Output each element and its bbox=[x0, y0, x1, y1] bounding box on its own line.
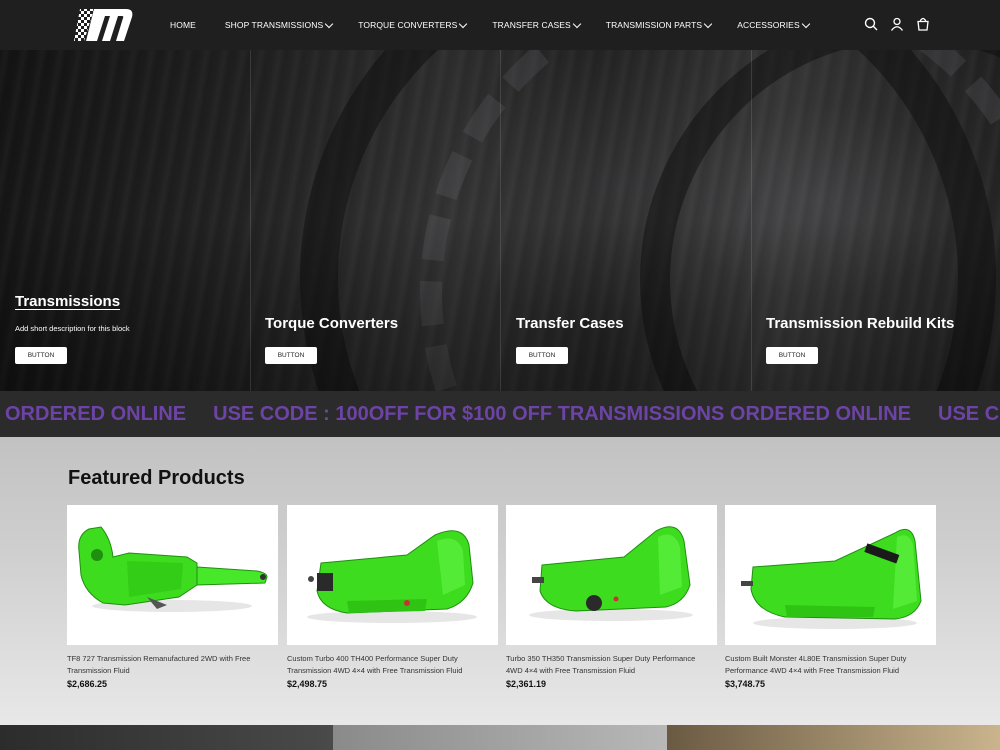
chevron-down-icon bbox=[459, 19, 468, 28]
nav-transmission-parts[interactable]: TRANSMISSION PARTS bbox=[605, 19, 713, 30]
nav-home-label: HOME bbox=[170, 20, 196, 30]
hero-block-button[interactable]: BUTTON bbox=[766, 347, 818, 364]
product-card[interactable]: Turbo 350 TH350 Transmission Super Duty … bbox=[506, 505, 717, 689]
nav-transmission-parts-label: TRANSMISSION PARTS bbox=[605, 20, 703, 30]
chevron-down-icon bbox=[572, 19, 582, 28]
hero-block-title[interactable]: Transfer Cases bbox=[516, 315, 624, 332]
main-nav: HOME SHOP TRANSMISSIONS TORQUE CONVERTER… bbox=[170, 0, 810, 50]
account-icon[interactable] bbox=[890, 17, 904, 31]
nav-shop-transmissions[interactable]: SHOP TRANSMISSIONS bbox=[224, 19, 334, 30]
preview-image bbox=[333, 725, 667, 750]
preview-image bbox=[0, 725, 333, 750]
nav-accessories[interactable]: ACCESSORIES bbox=[737, 19, 810, 30]
nav-transfer-cases-label: TRANSFER CASES bbox=[492, 20, 571, 30]
hero-block-torque-converters[interactable]: Torque Converters BUTTON bbox=[250, 50, 500, 391]
product-image[interactable] bbox=[67, 505, 278, 645]
product-title[interactable]: TF8 727 Transmission Remanufactured 2WD … bbox=[67, 653, 278, 677]
nav-transfer-cases[interactable]: TRANSFER CASES bbox=[492, 19, 582, 30]
promo-marquee-track: ORDERED ONLINE USE CODE : 100OFF FOR $100… bbox=[5, 391, 1000, 437]
hero-block-title[interactable]: Transmissions bbox=[15, 293, 120, 310]
hero-block-transmissions[interactable]: Transmissions Add short description for … bbox=[0, 50, 250, 391]
preview-image bbox=[667, 725, 1000, 750]
product-price: $3,748.75 bbox=[725, 679, 766, 689]
product-price: $2,686.25 bbox=[67, 679, 108, 689]
product-title[interactable]: Turbo 350 TH350 Transmission Super Duty … bbox=[506, 653, 717, 677]
product-card[interactable]: Custom Turbo 400 TH400 Performance Super… bbox=[287, 505, 498, 689]
header-icons bbox=[864, 17, 930, 31]
hero-block-title[interactable]: Transmission Rebuild Kits bbox=[766, 315, 954, 332]
hero-block-rebuild-kits[interactable]: Transmission Rebuild Kits BUTTON bbox=[751, 50, 1000, 391]
promo-marquee: ORDERED ONLINE USE CODE : 100OFF FOR $100… bbox=[0, 391, 1000, 437]
promo-text: USE CODE : 100OFF FOR $100 OFF TRANSMISS… bbox=[213, 403, 912, 425]
hero-block-button[interactable]: BUTTON bbox=[516, 347, 568, 364]
product-title[interactable]: Custom Turbo 400 TH400 Performance Super… bbox=[287, 653, 498, 677]
nav-torque-converters[interactable]: TORQUE CONVERTERS bbox=[358, 19, 468, 30]
next-section-preview bbox=[0, 725, 1000, 750]
promo-text: USE CODE bbox=[938, 403, 1000, 425]
product-card[interactable]: Custom Built Monster 4L80E Transmission … bbox=[725, 505, 936, 689]
logo[interactable] bbox=[72, 5, 134, 45]
nav-accessories-label: ACCESSORIES bbox=[737, 20, 800, 30]
promo-text: ORDERED ONLINE bbox=[5, 403, 187, 425]
hero-block-description: Add short description for this block bbox=[15, 324, 130, 333]
product-image[interactable] bbox=[725, 505, 936, 645]
product-image[interactable] bbox=[287, 505, 498, 645]
product-title[interactable]: Custom Built Monster 4L80E Transmission … bbox=[725, 653, 936, 677]
hero-block-button[interactable]: BUTTON bbox=[265, 347, 317, 364]
search-icon[interactable] bbox=[864, 17, 878, 31]
hero-collection-blocks: Transmissions Add short description for … bbox=[0, 50, 1000, 391]
section-title: Featured Products bbox=[68, 467, 245, 489]
product-price: $2,498.75 bbox=[287, 679, 328, 689]
site-header: HOME SHOP TRANSMISSIONS TORQUE CONVERTER… bbox=[0, 0, 1000, 50]
chevron-down-icon bbox=[703, 19, 713, 28]
featured-products-section: Featured Products TF8 727 Transmission R… bbox=[0, 437, 1000, 725]
hero-block-title[interactable]: Torque Converters bbox=[265, 315, 398, 332]
product-price: $2,361.19 bbox=[506, 679, 547, 689]
product-card[interactable]: TF8 727 Transmission Remanufactured 2WD … bbox=[67, 505, 278, 689]
chevron-down-icon bbox=[801, 19, 810, 28]
hero-block-transfer-cases[interactable]: Transfer Cases BUTTON bbox=[501, 50, 751, 391]
nav-shop-transmissions-label: SHOP TRANSMISSIONS bbox=[224, 20, 324, 30]
nav-home[interactable]: HOME bbox=[170, 20, 196, 30]
chevron-down-icon bbox=[324, 19, 334, 28]
product-image[interactable] bbox=[506, 505, 717, 645]
cart-icon[interactable] bbox=[916, 17, 930, 31]
hero-block-button[interactable]: BUTTON bbox=[15, 347, 67, 364]
nav-torque-converters-label: TORQUE CONVERTERS bbox=[358, 20, 458, 30]
